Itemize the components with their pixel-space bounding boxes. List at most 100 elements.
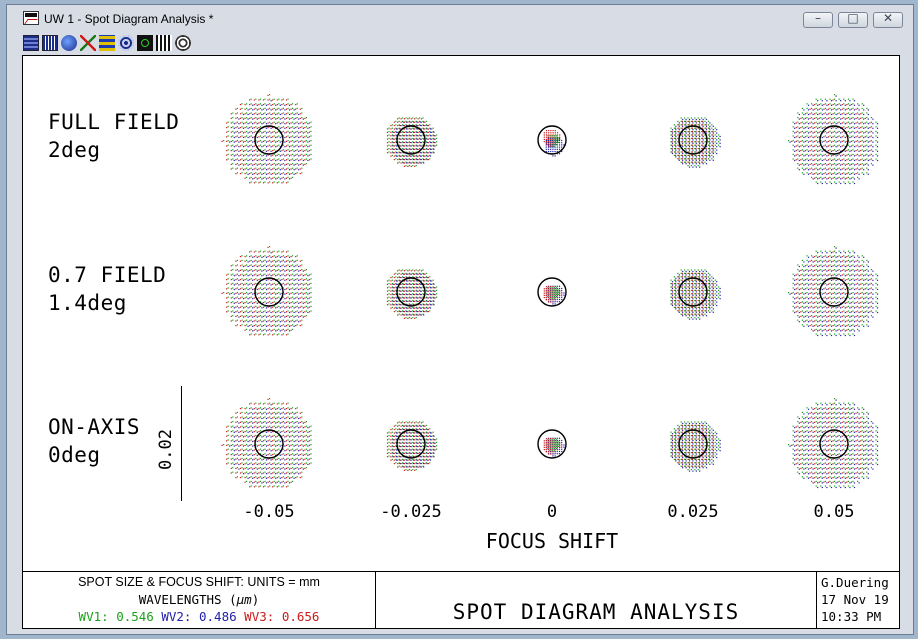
spot-point [292,273,294,275]
spot-point [695,294,697,296]
spot-point [249,122,251,124]
spot-point [298,293,300,295]
spot-point [305,305,307,307]
minimize-button[interactable]: – [803,11,833,28]
maximize-button[interactable]: □ [838,11,868,28]
spot-point [270,127,272,129]
spot-point [255,269,257,271]
ray-fan-icon[interactable] [80,35,96,51]
spot-point [285,122,288,124]
spot-point [233,146,235,148]
spot-point [250,163,252,165]
spot-point [432,127,434,129]
spot-point [708,141,711,143]
spot-point [272,108,274,110]
spot-point [712,287,714,290]
spot-point [241,107,243,109]
globe-icon[interactable] [61,35,77,51]
spot-point [806,172,808,174]
spot-point [690,137,692,139]
spot-point [702,154,704,156]
spot-point [675,281,677,283]
spot-point [238,141,240,143]
spot-point [285,297,288,299]
spot-point [690,120,692,122]
spot-point [267,104,269,106]
spot-point [823,154,825,156]
spot-point [705,303,707,305]
spot-point [688,287,691,290]
spot-point [235,140,237,142]
spot-point [824,126,826,128]
spot-point [708,293,711,295]
spot-point [299,283,301,285]
spot-point [235,297,237,299]
spot-point [253,99,255,101]
spot-point [276,325,278,327]
spot-point [694,158,696,160]
layout-icon[interactable] [42,35,58,51]
spot-point [397,311,399,313]
spot-point [246,140,248,142]
spot-point [671,303,673,305]
spot-point [239,104,242,106]
spot-point [402,158,404,161]
settings-icon[interactable] [175,35,191,51]
spot-point [853,118,856,120]
grid-icon[interactable] [156,35,172,51]
spot-point [292,172,294,174]
spot-point [677,131,679,133]
spot-point [247,265,249,268]
spot-point [716,129,718,131]
spot-point [832,104,834,106]
spot-point [258,173,260,175]
spot-point [287,319,289,321]
spot-point [714,303,716,305]
spot-point [858,113,860,116]
spot-point [235,306,237,308]
spot-point [817,100,819,102]
spot-point [694,120,696,122]
close-button[interactable]: ✕ [873,11,903,28]
spot-point [419,135,421,137]
spot-point [407,121,409,123]
spot-point [841,140,843,142]
spot-point [250,269,252,271]
spot-point [301,259,303,261]
spot-point [718,141,720,143]
spot-point [554,142,556,144]
spot-point [714,286,716,288]
spot-point [680,154,682,156]
spot-point [239,108,242,110]
spot-point [853,164,856,166]
spot-point [226,159,228,161]
spot-point [249,334,251,336]
spot-point [292,130,294,132]
spot-point [279,173,281,175]
spot-point [815,167,817,169]
title-bar[interactable]: UW 1 - Spot Diagram Analysis * – □ ✕ [7,5,913,33]
spot-point [253,334,255,336]
spot-icon[interactable] [137,35,153,51]
spot-point [677,127,679,129]
spot-point [244,292,246,294]
spot-point [850,122,853,124]
spot-point [427,311,429,313]
spot-point [420,142,423,144]
spot-point [678,303,680,305]
spot-point [714,148,716,150]
spot-point [690,158,692,160]
spot-point [239,283,242,285]
spot-point [275,307,277,309]
spot-point [840,182,842,185]
mtf-icon[interactable] [99,35,115,51]
psf-icon[interactable] [118,35,134,51]
spot-point [423,152,425,154]
surface-data-icon[interactable] [23,35,39,51]
spot-point [846,108,848,110]
spot-point [708,289,711,291]
spot-point [279,123,281,125]
spot-point [284,311,286,314]
spot-point [850,168,853,170]
spot-point [239,325,242,327]
